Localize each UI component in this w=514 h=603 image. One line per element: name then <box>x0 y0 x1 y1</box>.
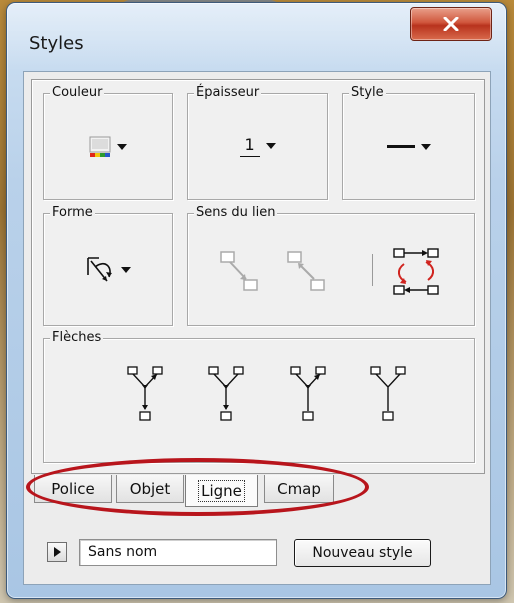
link-swap-direction-icon <box>393 248 439 295</box>
tab-police-label: Police <box>51 479 95 498</box>
tab-cmap-label: Cmap <box>277 479 321 498</box>
window-content: Couleur Épaisseur 1 Style Forme Sens du … <box>23 71 491 585</box>
color-swatch-icon <box>89 136 111 157</box>
arrows-none-icon <box>370 366 406 421</box>
connector-shape-dropdown[interactable] <box>44 252 172 288</box>
forme-group: Forme <box>43 205 173 326</box>
sens-du-lien-group: Sens du lien <box>187 205 475 326</box>
couleur-group: Couleur <box>43 85 173 200</box>
tab-police[interactable]: Police <box>34 475 112 503</box>
tab-cmap[interactable]: Cmap <box>264 475 334 503</box>
window-title: Styles <box>29 33 84 54</box>
arrows-none-button[interactable] <box>368 365 408 427</box>
thickness-value-box: 1 <box>239 133 260 159</box>
style-name-field[interactable]: Sans nom <box>79 539 277 566</box>
tab-ligne-label: Ligne <box>198 479 245 502</box>
chevron-down-icon <box>265 143 276 149</box>
link-direction-separator <box>372 254 373 286</box>
arrows-top-icon <box>290 366 326 421</box>
epaisseur-label: Épaisseur <box>194 85 262 101</box>
epaisseur-group: Épaisseur 1 <box>187 85 328 200</box>
link-swap-direction-button[interactable] <box>390 246 444 298</box>
chevron-down-icon <box>121 267 131 273</box>
title-bar[interactable]: Styles <box>7 3 506 71</box>
chevron-down-icon <box>117 144 127 150</box>
arrows-both-icon <box>127 366 163 421</box>
tab-ligne[interactable]: Ligne <box>185 475 258 507</box>
thickness-value: 1 <box>244 135 255 154</box>
arrows-both-button[interactable] <box>125 365 165 427</box>
new-style-label: Nouveau style <box>312 545 413 561</box>
thickness-underline <box>239 156 260 157</box>
play-icon <box>53 547 61 557</box>
link-direction-down-button[interactable] <box>218 248 262 294</box>
ligne-panel: Couleur Épaisseur 1 Style Forme Sens du … <box>31 79 485 474</box>
link-direction-up-button[interactable] <box>285 248 329 294</box>
close-icon <box>443 17 459 31</box>
style-label: Style <box>349 85 386 101</box>
link-direction-down-icon <box>220 251 258 291</box>
styles-window: Styles Couleur Épaisseur 1 Style Forme S… <box>6 2 507 599</box>
line-style-dropdown[interactable] <box>343 132 474 162</box>
line-style-icon <box>386 145 415 148</box>
new-style-button[interactable]: Nouveau style <box>294 539 431 567</box>
arrows-top-button[interactable] <box>288 365 328 427</box>
couleur-label: Couleur <box>50 85 105 101</box>
sens-du-lien-label: Sens du lien <box>194 205 278 221</box>
connector-shape-icon <box>87 257 112 282</box>
fleches-group: Flèches <box>43 330 475 463</box>
thickness-dropdown[interactable]: 1 <box>188 130 327 162</box>
arrows-bottom-button[interactable] <box>206 365 246 427</box>
expand-button[interactable] <box>47 542 67 562</box>
close-button[interactable] <box>410 7 492 41</box>
forme-label: Forme <box>50 205 95 221</box>
chevron-down-icon <box>420 144 431 150</box>
arrows-bottom-icon <box>208 366 244 421</box>
fleches-label: Flèches <box>50 330 104 346</box>
style-group: Style <box>342 85 475 200</box>
tab-objet-label: Objet <box>129 479 171 498</box>
color-dropdown[interactable] <box>44 132 172 162</box>
tab-objet[interactable]: Objet <box>116 475 184 503</box>
link-direction-up-icon <box>287 251 325 291</box>
